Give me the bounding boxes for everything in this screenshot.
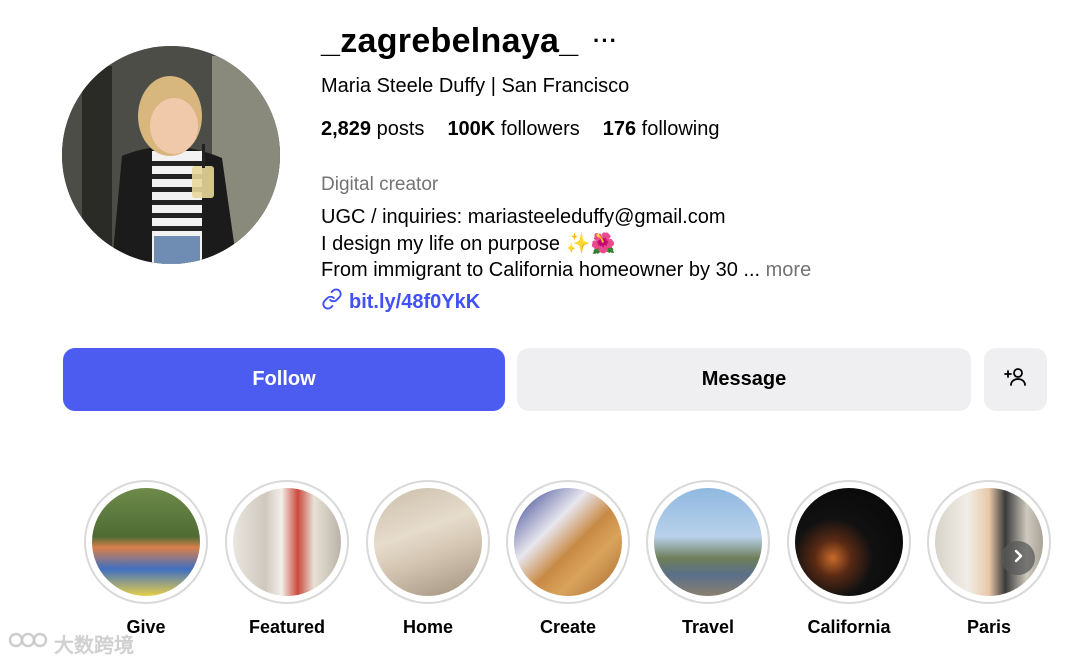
chevron-right-icon bbox=[1010, 548, 1026, 569]
link-text: bit.ly/48f0YkK bbox=[349, 290, 481, 313]
bio-line-last: From immigrant to California homeowner b… bbox=[321, 257, 811, 284]
highlight-ring bbox=[646, 480, 770, 604]
highlight-california[interactable]: California bbox=[787, 480, 911, 638]
highlight-cover bbox=[92, 488, 200, 596]
highlight-cover bbox=[795, 488, 903, 596]
more-horizontal-icon[interactable]: ··· bbox=[593, 28, 618, 54]
highlight-label: Home bbox=[402, 617, 453, 637]
profile-category: Digital creator bbox=[321, 174, 439, 195]
profile-link[interactable]: bit.ly/48f0YkK bbox=[321, 288, 480, 316]
highlight-travel[interactable]: Travel bbox=[646, 480, 770, 638]
watermark-text: 大数跨境 bbox=[54, 634, 134, 657]
watermark: 大数跨境 bbox=[8, 628, 134, 658]
watermark-logo-icon bbox=[8, 628, 48, 658]
stat-label: posts bbox=[376, 118, 425, 140]
stat-following[interactable]: 176 following bbox=[603, 118, 720, 141]
stat-posts[interactable]: 2,829 posts bbox=[321, 118, 424, 141]
bio-line: UGC / inquiries: mariasteeleduffy@gmail.… bbox=[321, 206, 726, 228]
highlight-label: Paris bbox=[966, 617, 1012, 637]
follow-button[interactable]: Follow bbox=[63, 348, 505, 411]
highlight-create[interactable]: Create bbox=[506, 480, 630, 638]
bio-line: From immigrant to California homeowner b… bbox=[321, 259, 761, 281]
highlight-ring bbox=[787, 480, 911, 604]
bio-line: I design my life on purpose ✨🌺 bbox=[321, 232, 616, 255]
highlight-label: Featured bbox=[248, 617, 326, 637]
highlight-home[interactable]: Home bbox=[366, 480, 490, 638]
highlight-give[interactable]: Give bbox=[84, 480, 208, 638]
full-name: Maria Steele Duffy | San Francisco bbox=[321, 75, 630, 97]
highlight-featured[interactable]: Featured bbox=[225, 480, 349, 638]
username: _zagrebelnaya_ bbox=[321, 22, 579, 60]
stat-label: following bbox=[641, 118, 720, 140]
highlights-next-button[interactable] bbox=[1001, 541, 1035, 575]
highlight-cover bbox=[654, 488, 762, 596]
add-user-icon bbox=[1003, 365, 1028, 395]
stat-followers[interactable]: 100K followers bbox=[447, 118, 579, 141]
message-button[interactable]: Message bbox=[517, 348, 971, 411]
bio-more-link[interactable]: more bbox=[766, 259, 812, 281]
profile-stats: 2,829 posts 100K followers 176 following bbox=[321, 118, 720, 141]
highlight-cover bbox=[374, 488, 482, 596]
highlight-ring bbox=[366, 480, 490, 604]
highlight-ring bbox=[225, 480, 349, 604]
profile-avatar[interactable] bbox=[62, 46, 280, 264]
highlight-label: California bbox=[807, 617, 891, 637]
link-icon bbox=[321, 288, 343, 316]
highlight-cover bbox=[935, 488, 1043, 596]
highlight-label: Travel bbox=[681, 617, 735, 637]
highlight-ring bbox=[506, 480, 630, 604]
profile-page: _zagrebelnaya_ ··· Maria Steele Duffy | … bbox=[0, 0, 1080, 664]
highlight-label: Create bbox=[539, 617, 597, 637]
profile-bio: UGC / inquiries: mariasteeleduffy@gmail.… bbox=[321, 204, 811, 284]
highlight-cover bbox=[514, 488, 622, 596]
stat-count: 100K bbox=[447, 118, 496, 140]
stat-label: followers bbox=[500, 118, 580, 140]
stat-count: 176 bbox=[602, 118, 637, 140]
highlight-cover bbox=[233, 488, 341, 596]
stat-count: 2,829 bbox=[321, 118, 372, 140]
highlight-ring bbox=[84, 480, 208, 604]
suggest-users-button[interactable] bbox=[984, 348, 1047, 411]
highlight-ring bbox=[927, 480, 1051, 604]
